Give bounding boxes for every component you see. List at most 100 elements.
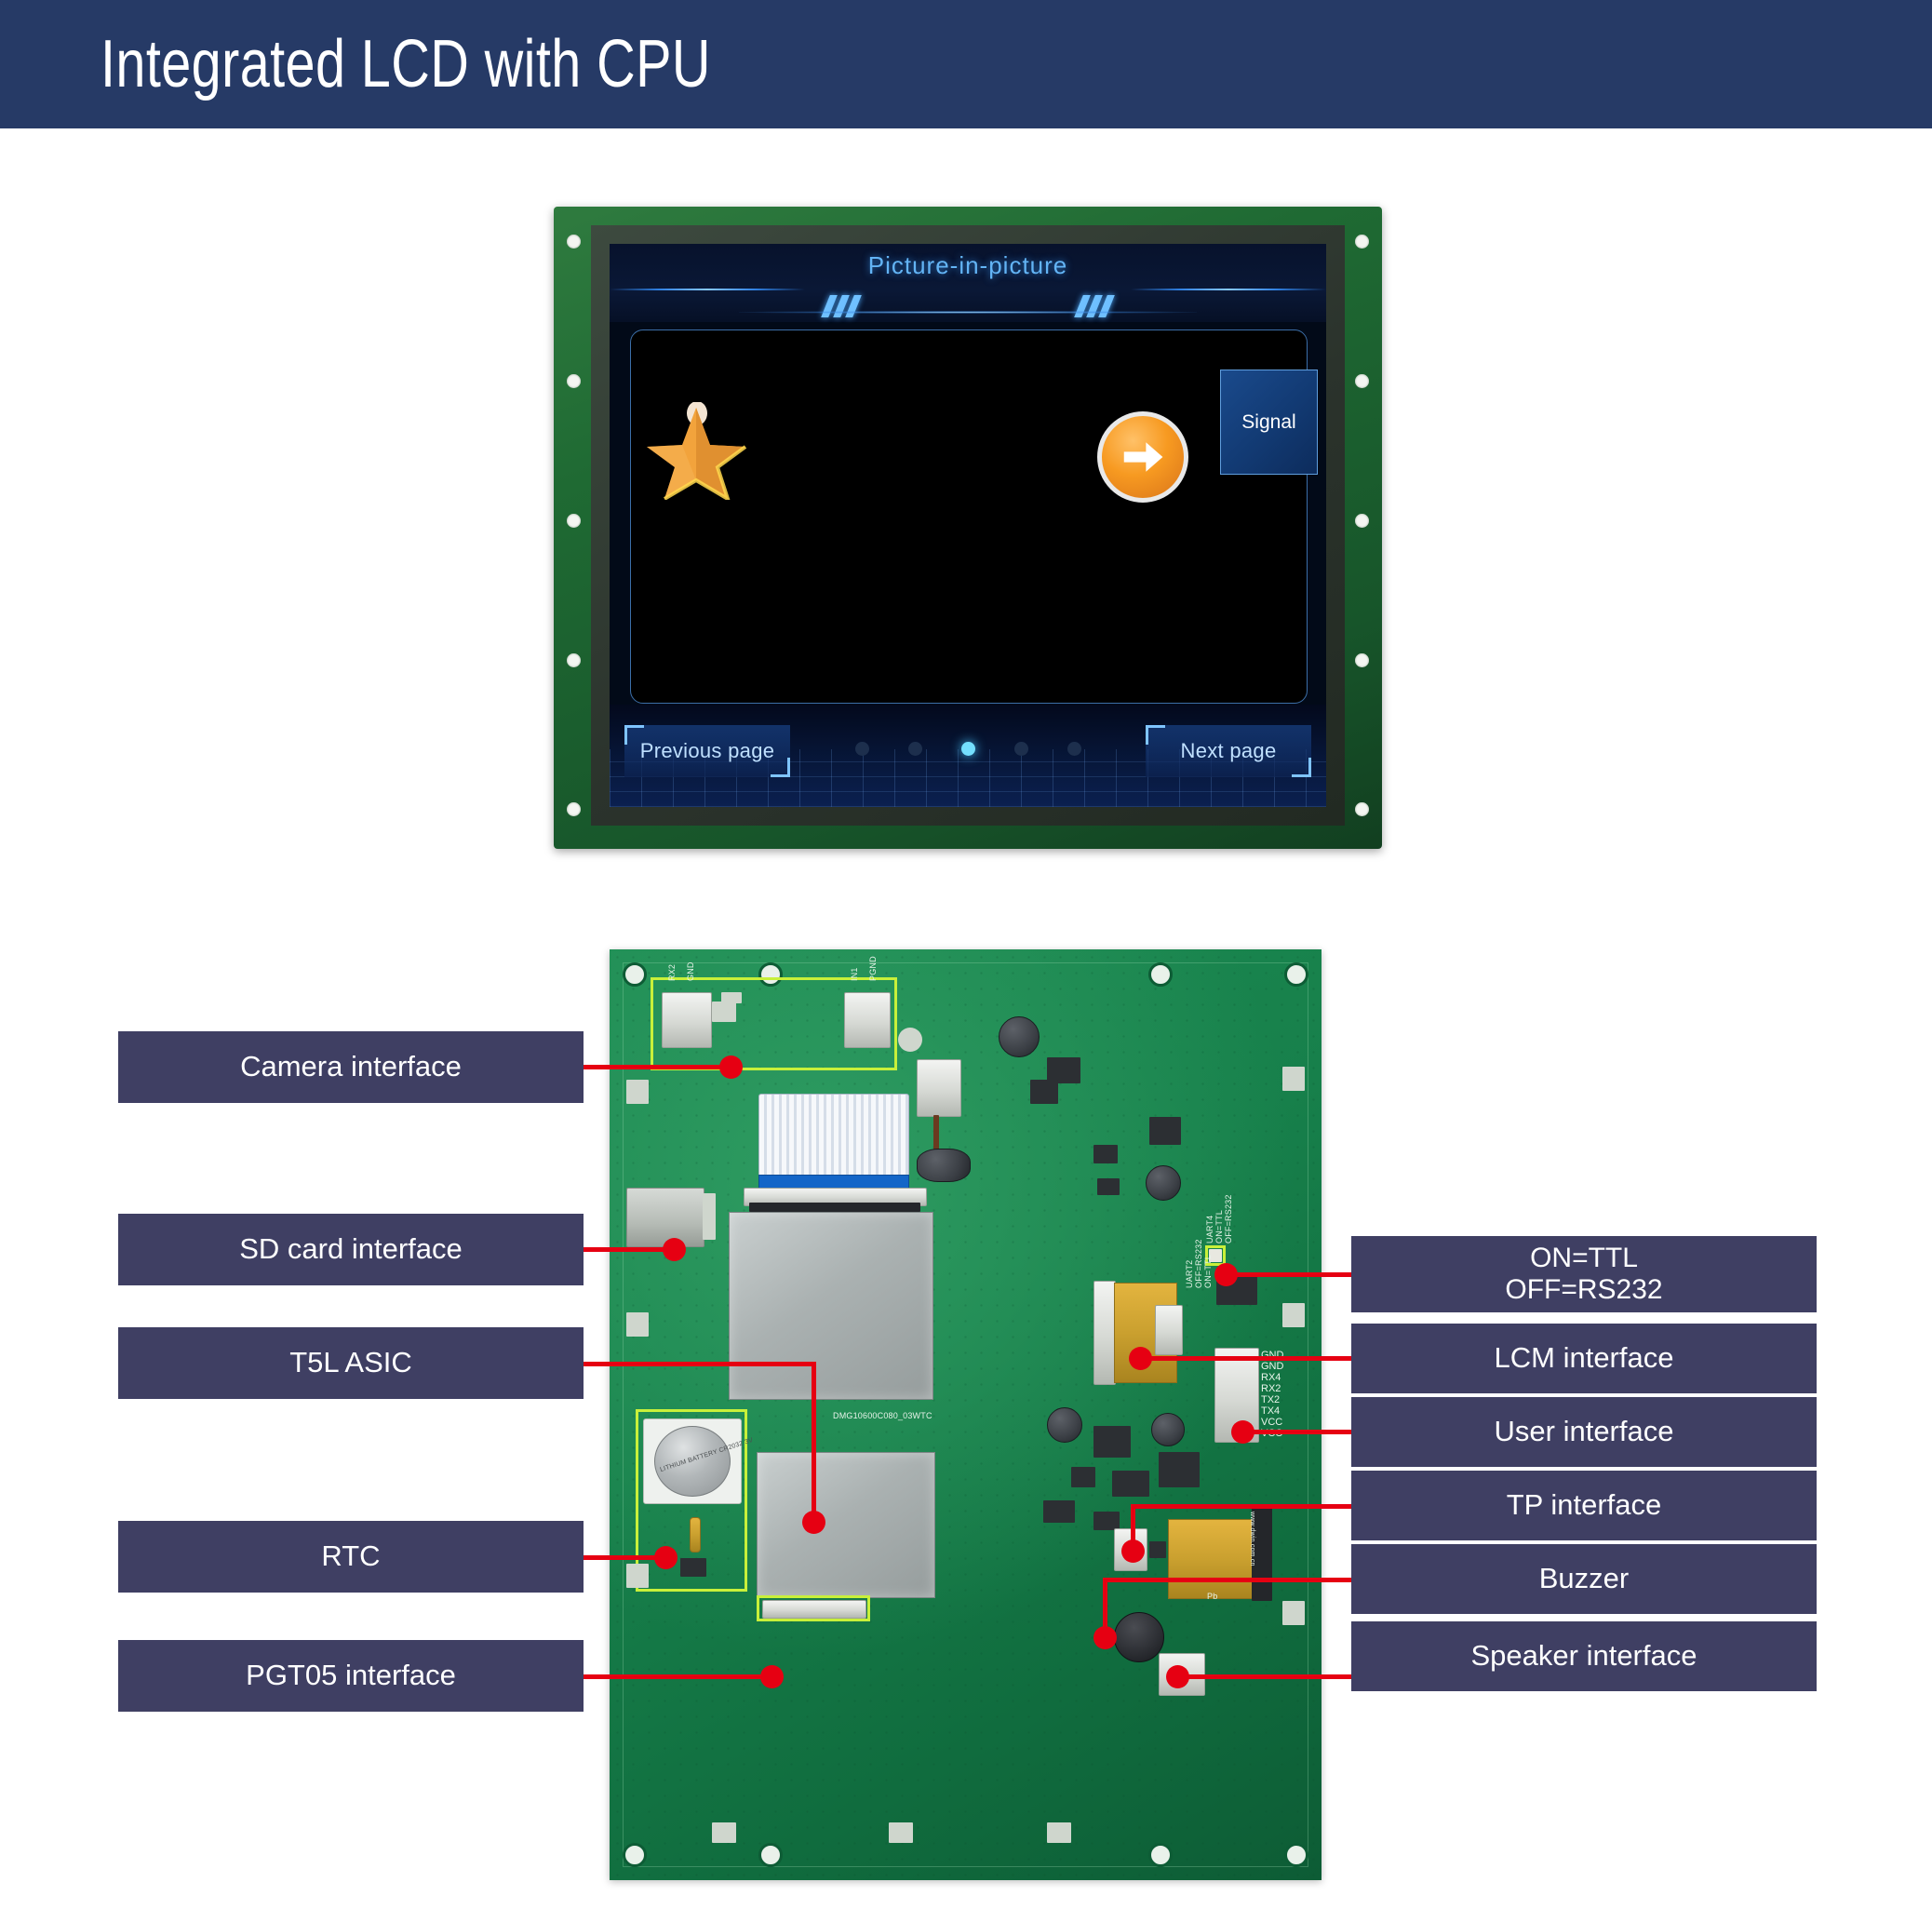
silk-uart2: UART2 bbox=[1185, 1259, 1194, 1288]
label-camera-interface[interactable]: Camera interface bbox=[118, 1031, 584, 1103]
mounting-hole bbox=[1355, 802, 1369, 816]
silk-camera-pgnd: PGND bbox=[868, 956, 878, 981]
silk-rohs: Pb bbox=[1207, 1592, 1218, 1601]
page-dot[interactable] bbox=[1067, 742, 1081, 756]
fpc-connector-slot bbox=[749, 1203, 920, 1212]
edge-clip bbox=[626, 1080, 649, 1104]
leader-dot-t5l-asic bbox=[802, 1511, 825, 1534]
silk-camera-in1: IN1 bbox=[850, 967, 859, 981]
smd-component bbox=[1093, 1512, 1120, 1530]
edge-clip bbox=[626, 1564, 649, 1588]
label-lcm-interface[interactable]: LCM interface bbox=[1351, 1324, 1817, 1393]
smd-component bbox=[1093, 1145, 1118, 1163]
smd-component bbox=[1149, 1541, 1166, 1558]
label-sd-card-interface[interactable]: SD card interface bbox=[118, 1214, 584, 1285]
shield-can-upper bbox=[729, 1212, 933, 1400]
label-speaker-interface[interactable]: Speaker interface bbox=[1351, 1621, 1817, 1691]
power-inductor bbox=[1159, 1452, 1200, 1487]
leader-lcm-interface bbox=[1140, 1356, 1351, 1361]
page-header: Integrated LCD with CPU bbox=[0, 0, 1932, 128]
electrolytic-capacitor bbox=[1047, 1407, 1082, 1443]
screen-title-bar: Picture-in-picture bbox=[610, 244, 1326, 322]
hud-glow bbox=[738, 311, 1198, 314]
silk-camera-gnd: GND bbox=[686, 961, 695, 981]
mounting-hole bbox=[1355, 374, 1369, 388]
tp-flex-pcb bbox=[1168, 1519, 1255, 1599]
edge-clip bbox=[1047, 1822, 1071, 1843]
page-dots[interactable] bbox=[610, 742, 1326, 756]
hud-bars-left bbox=[807, 292, 876, 320]
edge-clip bbox=[1282, 1303, 1305, 1327]
label-rtc[interactable]: RTC bbox=[118, 1521, 584, 1593]
mounting-hole bbox=[567, 653, 581, 667]
leader-dot-pgt05 bbox=[760, 1665, 784, 1688]
pcb-pad bbox=[898, 1028, 922, 1052]
mounting-hole bbox=[567, 802, 581, 816]
coin-motor bbox=[917, 1149, 971, 1182]
hud-bars-right bbox=[1060, 292, 1129, 320]
leader-dot-ttl-rs232 bbox=[1214, 1263, 1238, 1286]
label-buzzer[interactable]: Buzzer bbox=[1351, 1544, 1817, 1614]
pcb-mounting-hole bbox=[1284, 1843, 1308, 1867]
edge-clip bbox=[712, 1002, 736, 1022]
leader-tp-interface-h bbox=[1131, 1504, 1351, 1509]
electrolytic-capacitor bbox=[1151, 1413, 1185, 1446]
smd-component bbox=[1149, 1117, 1181, 1145]
mounting-hole bbox=[1355, 653, 1369, 667]
silk-lcm-off: OFF=RS232 bbox=[1194, 1239, 1203, 1288]
page-dot[interactable] bbox=[854, 742, 869, 756]
electrolytic-capacitor bbox=[999, 1016, 1040, 1057]
silk-lcm-on: ON=TTL bbox=[1203, 1255, 1213, 1288]
leader-dot-tp-interface bbox=[1121, 1539, 1145, 1563]
label-line-off-rs232: OFF=RS232 bbox=[1505, 1274, 1663, 1305]
lcd-screen: Picture-in-picture Signal Previous page … bbox=[610, 244, 1326, 807]
leader-dot-buzzer bbox=[1093, 1626, 1117, 1649]
arrow-right-icon[interactable] bbox=[1097, 411, 1188, 503]
edge-clip bbox=[889, 1822, 913, 1843]
star-icon bbox=[645, 401, 747, 504]
pin-label-tx4: TX4 bbox=[1261, 1405, 1281, 1417]
label-user-interface[interactable]: User interface bbox=[1351, 1397, 1817, 1467]
label-t5l-asic[interactable]: T5L ASIC bbox=[118, 1327, 584, 1399]
signal-button[interactable]: Signal bbox=[1220, 370, 1318, 475]
lcd-module-photo: Picture-in-picture Signal Previous page … bbox=[554, 207, 1382, 849]
page-title: Integrated LCD with CPU bbox=[101, 27, 711, 101]
t5l-asic-shield bbox=[757, 1452, 935, 1598]
edge-clip bbox=[626, 1312, 649, 1337]
silk-off-rs232: OFF=RS232 bbox=[1224, 1194, 1233, 1244]
leader-camera-interface bbox=[584, 1065, 731, 1069]
camera-connector-left bbox=[662, 992, 712, 1048]
mounting-hole bbox=[1355, 235, 1369, 249]
sd-card-slot bbox=[626, 1188, 704, 1247]
label-tp-interface[interactable]: TP interface bbox=[1351, 1471, 1817, 1540]
hud-line-right bbox=[1131, 289, 1326, 290]
label-pgt05-interface[interactable]: PGT05 interface bbox=[118, 1640, 584, 1712]
mounting-hole bbox=[567, 374, 581, 388]
leader-t5l-asic-v bbox=[812, 1362, 816, 1522]
pin-label-rx2: RX2 bbox=[1261, 1383, 1281, 1394]
power-ic bbox=[1112, 1471, 1149, 1497]
screen-nav-bar: Previous page Next page bbox=[610, 705, 1326, 807]
crystal-oscillator bbox=[690, 1517, 701, 1553]
leader-buzzer-h bbox=[1103, 1578, 1351, 1582]
camera-connector-right bbox=[844, 992, 891, 1048]
pcb-mounting-hole bbox=[1148, 962, 1173, 987]
pcb-mounting-hole bbox=[758, 1843, 783, 1867]
label-ttl-rs232-switch[interactable]: ON=TTL OFF=RS232 bbox=[1351, 1236, 1817, 1312]
edge-clip bbox=[1282, 1601, 1305, 1625]
page-dot[interactable] bbox=[907, 742, 922, 756]
leader-speaker-interface bbox=[1177, 1674, 1351, 1679]
lcm-connector-body bbox=[1093, 1281, 1116, 1385]
mounting-hole bbox=[1355, 514, 1369, 528]
leader-user-interface bbox=[1242, 1430, 1351, 1434]
page-dot[interactable] bbox=[1013, 742, 1028, 756]
pcb-annotated-diagram: RX2 GND IN1 PGND DMG10600C080_03WTC LITH… bbox=[0, 949, 1932, 1909]
leader-dot-user-interface bbox=[1231, 1420, 1254, 1444]
smd-component bbox=[1097, 1178, 1120, 1195]
screen-title: Picture-in-picture bbox=[867, 251, 1068, 279]
mounting-hole bbox=[567, 235, 581, 249]
leader-dot-speaker bbox=[1166, 1665, 1189, 1688]
silk-on-ttl: ON=TTL bbox=[1214, 1210, 1224, 1244]
page-dot-active[interactable] bbox=[960, 742, 975, 756]
leader-ttl-rs232 bbox=[1226, 1272, 1351, 1277]
